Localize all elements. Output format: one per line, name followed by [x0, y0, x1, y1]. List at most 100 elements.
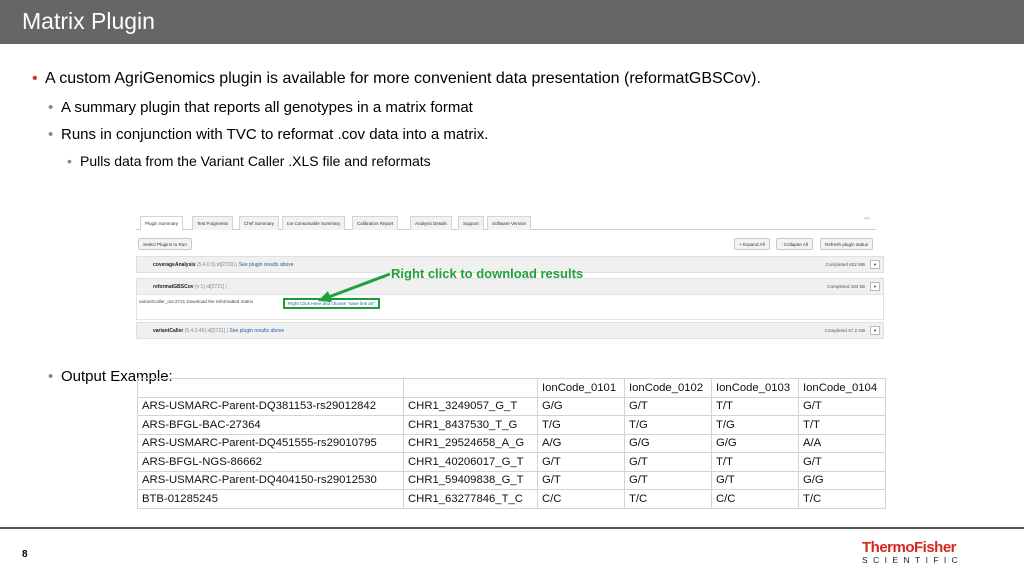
- genotype-cell: T/T: [711, 396, 799, 416]
- locus-cell: CHR1_29524658_A_G: [403, 433, 538, 453]
- tab-analysis-details[interactable]: Analysis Details: [410, 216, 452, 230]
- tab-ion-consumable-summary[interactable]: Ion Consumable Summary: [282, 216, 346, 230]
- tab-chef-summary[interactable]: Chef Summary: [239, 216, 280, 230]
- bullet-dot-icon: •: [48, 368, 54, 385]
- genotype-cell: G/T: [624, 452, 712, 472]
- footer-divider: [0, 527, 1024, 529]
- tab-software-version[interactable]: Software Version: [487, 216, 532, 230]
- locus-cell: CHR1_3249057_G_T: [403, 396, 538, 416]
- bullet-runs: • Runs in conjunction with TVC to reforma…: [48, 126, 489, 143]
- header-cell: [137, 378, 404, 398]
- tab-bar: Plugin Summary Test Fragments Chef Summa…: [136, 214, 876, 230]
- logo-wordmark: ThermoFisher: [862, 539, 957, 556]
- page-number: 8: [22, 549, 28, 560]
- header-cell: IonCode_0104: [798, 378, 886, 398]
- bullet-text: A custom AgriGenomics plugin is availabl…: [45, 70, 761, 87]
- plugin-status: Completed 183 kB: [827, 284, 865, 289]
- bullet-dot-icon: •: [48, 126, 54, 143]
- genotype-cell: G/T: [798, 452, 886, 472]
- genotype-cell: T/C: [624, 489, 712, 509]
- detail-text: variantCaller_out.2721 Download the refo…: [139, 299, 254, 304]
- plugin-results-link[interactable]: See plugin results above: [239, 262, 294, 268]
- bullet-text: A summary plugin that reports all genoty…: [61, 99, 473, 116]
- marker-cell: ARS-BFGL-BAC-27364: [137, 415, 404, 435]
- plugin-name: coverageAnalysis (5.4.0.5) id[2720] | Se…: [153, 262, 294, 268]
- refresh-status-button[interactable]: Refresh plugin status: [820, 238, 874, 250]
- matrix-table: IonCode_0101 IonCode_0102 IonCode_0103 I…: [137, 378, 886, 509]
- locus-cell: CHR1_40206017_G_T: [403, 452, 538, 472]
- genotype-cell: T/G: [624, 415, 712, 435]
- header-cell: IonCode_0101: [537, 378, 625, 398]
- genotype-cell: G/T: [798, 396, 886, 416]
- logo-subtitle: SCIENTIFIC: [862, 555, 964, 565]
- tab-overflow-icon[interactable]: <<: [864, 216, 870, 222]
- locus-cell: CHR1_63277846_T_C: [403, 489, 538, 509]
- plugin-status: Completed 47.2 GB: [824, 328, 865, 333]
- locus-cell: CHR1_8437530_T_G: [403, 415, 538, 435]
- thermo-fisher-logo: ThermoFisher SCIENTIFIC: [862, 539, 972, 565]
- tab-test-fragments[interactable]: Test Fragments: [192, 216, 234, 230]
- locus-cell: CHR1_59409838_G_T: [403, 470, 538, 490]
- genotype-cell: T/G: [711, 415, 799, 435]
- slide-title: Matrix Plugin: [22, 8, 155, 34]
- chevron-down-icon[interactable]: ▼: [870, 282, 880, 291]
- plugin-status: Completed 602 MB: [825, 262, 865, 267]
- plugin-summary-panel: Plugin Summary Test Fragments Chef Summa…: [136, 210, 886, 348]
- plugin-name: variantCaller (5.4.0.46) id[2721] | See …: [153, 328, 285, 334]
- chevron-down-icon[interactable]: ▼: [870, 326, 880, 335]
- bullet-dot-icon: •: [32, 70, 38, 87]
- genotype-cell: A/A: [798, 433, 886, 453]
- genotype-cell: G/G: [624, 433, 712, 453]
- tab-plugin-summary[interactable]: Plugin Summary: [140, 216, 184, 230]
- genotype-cell: G/G: [537, 396, 625, 416]
- genotype-cell: T/G: [537, 415, 625, 435]
- plugin-results-link[interactable]: See plugin results above: [229, 328, 284, 334]
- table-row: BTB-01285245 CHR1_63277846_T_C C/C T/C C…: [137, 489, 886, 509]
- genotype-cell: C/C: [711, 489, 799, 509]
- bullet-dot-icon: •: [67, 153, 72, 169]
- collapse-all-button[interactable]: - Collapse All: [776, 238, 813, 250]
- marker-cell: BTB-01285245: [137, 489, 404, 509]
- table-row: ARS-BFGL-BAC-27364 CHR1_8437530_T_G T/G …: [137, 415, 886, 435]
- plugin-name: reformatGBSCov (v 1) id[2721] |: [153, 284, 227, 290]
- table-row: ARS-USMARC-Parent-DQ451555-rs29010795 CH…: [137, 433, 886, 453]
- table-row: ARS-BFGL-NGS-86662 CHR1_40206017_G_T G/T…: [137, 452, 886, 472]
- tab-calibration-report[interactable]: Calibration Report: [352, 216, 399, 230]
- genotype-cell: C/C: [537, 489, 625, 509]
- bullet-text: Runs in conjunction with TVC to reformat…: [61, 126, 489, 143]
- table-header-row: IonCode_0101 IonCode_0102 IonCode_0103 I…: [137, 378, 886, 398]
- bullet-dot-icon: •: [48, 99, 54, 116]
- bullet-main: • A custom AgriGenomics plugin is availab…: [32, 70, 761, 88]
- genotype-cell: T/T: [711, 452, 799, 472]
- tab-support[interactable]: Support: [458, 216, 484, 230]
- header-cell: [403, 378, 538, 398]
- genotype-cell: T/C: [798, 489, 886, 509]
- genotype-cell: G/G: [711, 433, 799, 453]
- marker-cell: ARS-USMARC-Parent-DQ451555-rs29010795: [137, 433, 404, 453]
- annotation-text: Right click to download results: [391, 266, 584, 281]
- genotype-cell: T/T: [798, 415, 886, 435]
- title-bar: Matrix Plugin: [0, 0, 1024, 44]
- expand-all-button[interactable]: + Expand All: [734, 238, 770, 250]
- select-plugins-button[interactable]: Select Plugins to Run: [138, 238, 192, 250]
- plugin-row-variant-caller[interactable]: variantCaller (5.4.0.46) id[2721] | See …: [136, 322, 884, 339]
- genotype-cell: G/G: [798, 470, 886, 490]
- bullet-summary: • A summary plugin that reports all genot…: [48, 99, 473, 116]
- marker-cell: ARS-USMARC-Parent-DQ404150-rs29012530: [137, 470, 404, 490]
- bullet-text: Pulls data from the Variant Caller .XLS …: [80, 153, 431, 169]
- marker-cell: ARS-BFGL-NGS-86662: [137, 452, 404, 472]
- genotype-cell: G/T: [537, 470, 625, 490]
- genotype-cell: G/T: [624, 470, 712, 490]
- chevron-down-icon[interactable]: ▼: [870, 260, 880, 269]
- plugin-detail-reformat: variantCaller_out.2721 Download the refo…: [136, 294, 884, 320]
- genotype-cell: G/T: [624, 396, 712, 416]
- bullet-pulls: • Pulls data from the Variant Caller .XLS…: [67, 153, 431, 169]
- genotype-cell: A/G: [537, 433, 625, 453]
- genotype-cell: G/T: [537, 452, 625, 472]
- table-row: ARS-USMARC-Parent-DQ404150-rs29012530 CH…: [137, 470, 886, 490]
- marker-cell: ARS-USMARC-Parent-DQ381153-rs29012842: [137, 396, 404, 416]
- genotype-cell: G/T: [711, 470, 799, 490]
- header-cell: IonCode_0102: [624, 378, 712, 398]
- header-cell: IonCode_0103: [711, 378, 799, 398]
- arrow-icon: [318, 272, 391, 302]
